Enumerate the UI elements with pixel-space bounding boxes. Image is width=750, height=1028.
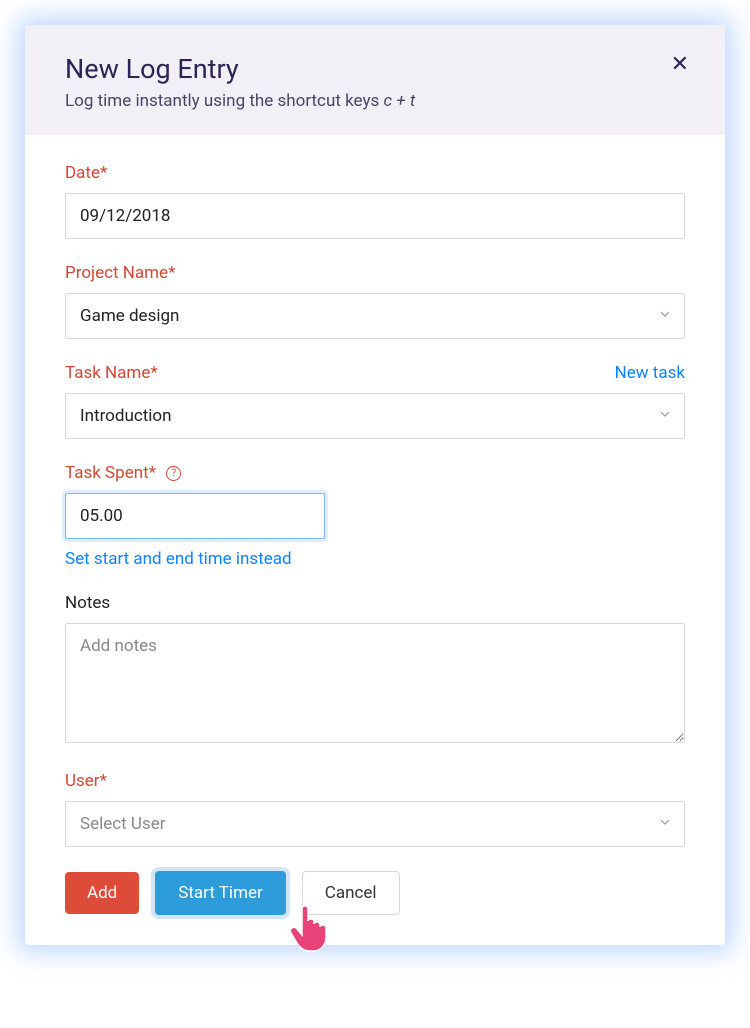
button-row: Add Start Timer Cancel [65, 871, 685, 915]
notes-label: Notes [65, 593, 110, 613]
user-field-group: User* Select User [65, 771, 685, 847]
date-field-group: Date* [65, 163, 685, 239]
new-log-entry-modal: New Log Entry Log time instantly using t… [25, 25, 725, 945]
shortcut-keys: c + t [384, 91, 416, 111]
cancel-button[interactable]: Cancel [302, 871, 400, 915]
modal-header: New Log Entry Log time instantly using t… [25, 25, 725, 135]
project-name-value: Game design [80, 306, 179, 326]
chevron-down-icon [660, 311, 670, 321]
chevron-down-icon [660, 411, 670, 421]
start-timer-button[interactable]: Start Timer [155, 871, 286, 915]
date-input[interactable] [65, 193, 685, 239]
task-name-label: Task Name* [65, 363, 158, 383]
user-placeholder: Select User [80, 814, 166, 834]
task-name-value: Introduction [80, 406, 172, 426]
date-label: Date* [65, 163, 107, 183]
modal-title: New Log Entry [65, 53, 685, 85]
task-name-field-group: Task Name* New task Introduction [65, 363, 685, 439]
help-icon[interactable]: ? [166, 466, 181, 481]
task-spent-field-group: Task Spent* ? Set start and end time ins… [65, 463, 685, 569]
project-name-select[interactable]: Game design [65, 293, 685, 339]
close-icon: ✕ [671, 51, 689, 76]
user-select[interactable]: Select User [65, 801, 685, 847]
chevron-down-icon [660, 819, 670, 829]
add-button[interactable]: Add [65, 872, 139, 914]
subtitle-text: Log time instantly using the shortcut ke… [65, 91, 384, 111]
modal-body: Date* Project Name* Game design Task Nam… [25, 135, 725, 945]
task-spent-label-text: Task Spent* [65, 463, 156, 483]
task-spent-input[interactable] [65, 493, 325, 539]
new-task-link[interactable]: New task [615, 363, 685, 383]
close-button[interactable]: ✕ [671, 53, 689, 75]
notes-field-group: Notes [65, 593, 685, 747]
task-spent-label: Task Spent* ? [65, 463, 181, 483]
project-name-field-group: Project Name* Game design [65, 263, 685, 339]
modal-subtitle: Log time instantly using the shortcut ke… [65, 91, 685, 111]
notes-textarea[interactable] [65, 623, 685, 743]
user-label: User* [65, 771, 107, 791]
set-start-end-time-link[interactable]: Set start and end time instead [65, 549, 292, 569]
project-name-label: Project Name* [65, 263, 175, 283]
task-name-select[interactable]: Introduction [65, 393, 685, 439]
